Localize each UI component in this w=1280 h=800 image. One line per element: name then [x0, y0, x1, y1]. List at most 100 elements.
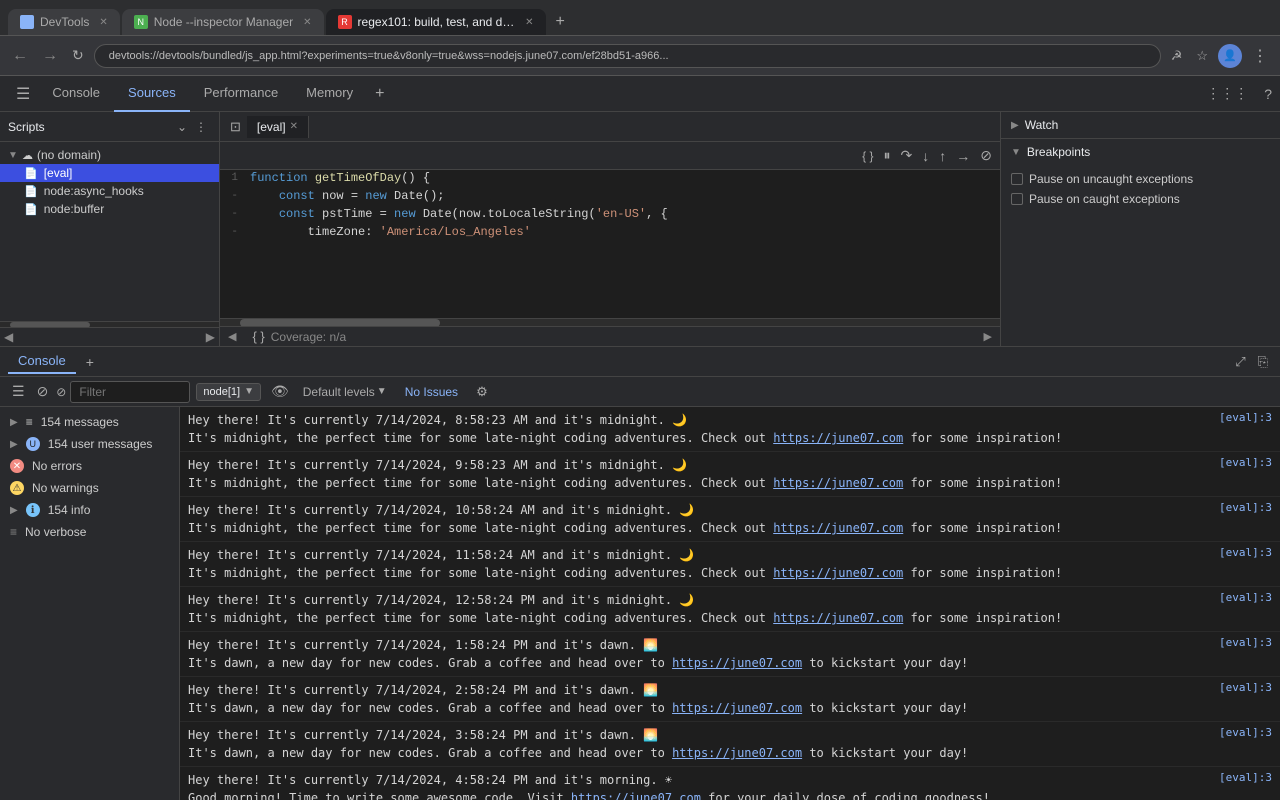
msg-source[interactable]: [eval]:3 — [1207, 546, 1272, 559]
code-nav-left[interactable]: ◀ — [220, 328, 244, 345]
msg-link[interactable]: https://june07.com — [672, 746, 802, 760]
tab-favicon-node: N — [134, 15, 148, 29]
console-sidebar-toggle[interactable]: ☰ — [8, 381, 29, 402]
breakpoint-checkbox-caught[interactable] — [1011, 193, 1023, 205]
file-tree-item-eval[interactable]: 📄 [eval] — [0, 164, 219, 182]
step-button[interactable]: → — [952, 146, 974, 166]
sidebar-item-errors[interactable]: ✕ No errors — [0, 455, 179, 477]
issues-settings-button[interactable]: ⚙ — [472, 382, 492, 402]
sidebar-item-info[interactable]: ▶ ℹ 154 info — [0, 499, 179, 521]
msg-source[interactable]: [eval]:3 — [1207, 591, 1272, 604]
file-panel-menu-button[interactable]: ⌄ — [173, 118, 191, 136]
step-into-button[interactable]: ↓ — [918, 146, 933, 166]
console-tab-main[interactable]: Console — [8, 349, 76, 374]
profile-button[interactable]: 👤 — [1218, 44, 1242, 68]
console-panel: Console + ⤢ ⎘ ☰ ⊘ ⊘ node[1] ▼ — [0, 347, 1280, 800]
nav-left-button[interactable]: ◀ — [4, 330, 13, 344]
live-expressions-button[interactable]: 👁 — [267, 381, 293, 402]
sidebar-toggle-button[interactable]: ☰ — [8, 80, 38, 108]
console-message: Hey there! It's currently 7/14/2024, 12:… — [180, 587, 1280, 632]
nav-right-button[interactable]: ▶ — [206, 330, 215, 344]
address-text: devtools://devtools/bundled/js_app.html?… — [109, 50, 1146, 62]
code-nav-right[interactable]: ▶ — [976, 328, 1000, 345]
extensions-button[interactable]: ☭ — [1167, 44, 1187, 68]
issues-badge[interactable]: No Issues — [397, 383, 466, 401]
tab-label-regex: regex101: build, test, and debug... — [358, 15, 516, 29]
settings-button[interactable]: ⋮⋮⋮ — [1198, 81, 1256, 106]
file-tree-item-buffer[interactable]: 📄 node:buffer — [0, 200, 219, 218]
add-panel-button[interactable]: + — [367, 81, 392, 107]
msg-link[interactable]: https://june07.com — [571, 791, 701, 800]
tab-close-devtools[interactable]: ✕ — [99, 17, 107, 28]
tab-close-regex[interactable]: ✕ — [525, 17, 533, 28]
file-panel-header: Scripts ⌄ ⋮ — [0, 112, 219, 142]
code-line-2: - const now = new Date(); — [220, 188, 1000, 206]
file-panel-more-button[interactable]: ⋮ — [191, 118, 211, 136]
code-horizontal-scrollbar[interactable] — [220, 318, 1000, 326]
console-expand-button[interactable]: ⤢ — [1231, 350, 1249, 374]
tab-close-node[interactable]: ✕ — [303, 17, 311, 28]
back-button[interactable]: ← — [8, 43, 32, 69]
tab-devtools[interactable]: DevTools ✕ — [8, 9, 120, 35]
msg-source[interactable]: [eval]:3 — [1207, 771, 1272, 784]
more-button[interactable]: ⋮ — [1248, 42, 1272, 70]
msg-link[interactable]: https://june07.com — [672, 701, 802, 715]
code-tab-eval[interactable]: [eval] ✕ — [247, 116, 309, 138]
breakpoints-content: Pause on uncaught exceptions Pause on ca… — [1001, 165, 1280, 213]
code-panel-icon-button[interactable]: ⊡ — [224, 117, 247, 137]
reload-button[interactable]: ↻ — [68, 43, 88, 68]
pretty-print-button[interactable]: { } — [858, 147, 877, 165]
file-tree-item-async-hooks[interactable]: 📄 node:async_hooks — [0, 182, 219, 200]
resume-button[interactable]: ⏸ — [880, 145, 895, 166]
step-over-button[interactable]: ↷ — [897, 145, 917, 166]
code-toolbar: { } ⏸ ↷ ↓ ↑ → ⊘ — [220, 142, 1000, 170]
msg-source[interactable]: [eval]:3 — [1207, 726, 1272, 739]
help-button[interactable]: ? — [1256, 82, 1280, 106]
breakpoints-section-header[interactable]: ▼ Breakpoints — [1001, 139, 1280, 165]
node-selector-display[interactable]: node[1] ▼ — [196, 383, 261, 401]
browser-tabs-bar: DevTools ✕ N Node --inspector Manager ✕ … — [0, 0, 1280, 36]
msg-link[interactable]: https://june07.com — [773, 521, 903, 535]
devtools-tab-performance[interactable]: Performance — [190, 76, 292, 112]
address-bar[interactable]: devtools://devtools/bundled/js_app.html?… — [94, 44, 1161, 68]
tab-node-inspector[interactable]: N Node --inspector Manager ✕ — [122, 9, 324, 35]
watch-section-header[interactable]: ▶ Watch — [1001, 112, 1280, 138]
tab-regex101[interactable]: R regex101: build, test, and debug... ✕ — [326, 9, 546, 35]
msg-link[interactable]: https://june07.com — [773, 476, 903, 490]
msg-link[interactable]: https://june07.com — [773, 566, 903, 580]
code-nav-row: ◀ { } Coverage: n/a ▶ — [220, 326, 1000, 346]
bookmark-button[interactable]: ☆ — [1192, 44, 1212, 68]
level-select-wrapper[interactable]: Default levels ▼ — [299, 383, 391, 401]
devtools-tab-console[interactable]: Console — [38, 76, 114, 112]
node-selector-arrow: ▼ — [244, 386, 254, 397]
devtools-tab-sources[interactable]: Sources — [114, 76, 190, 112]
forward-button[interactable]: → — [38, 43, 62, 69]
msg-source[interactable]: [eval]:3 — [1207, 636, 1272, 649]
new-tab-button[interactable]: + — [548, 9, 573, 35]
devtools-tab-memory[interactable]: Memory — [292, 76, 367, 112]
console-dock-button[interactable]: ⎘ — [1254, 350, 1272, 374]
msg-link[interactable]: https://june07.com — [773, 611, 903, 625]
msg-source[interactable]: [eval]:3 — [1207, 456, 1272, 469]
file-tree-item-domain[interactable]: ▼ ☁ (no domain) — [0, 146, 219, 164]
msg-link[interactable]: https://june07.com — [672, 656, 802, 670]
sidebar-item-verbose[interactable]: ≡ No verbose — [0, 521, 179, 543]
code-tab-close-icon[interactable]: ✕ — [290, 121, 298, 132]
console-clear-button[interactable]: ⊘ — [35, 381, 51, 402]
step-out-button[interactable]: ↑ — [935, 146, 950, 166]
msg-source[interactable]: [eval]:3 — [1207, 681, 1272, 694]
msg-source[interactable]: [eval]:3 — [1207, 411, 1272, 424]
console-filter-input[interactable] — [70, 381, 190, 403]
deactivate-breakpoints-button[interactable]: ⊘ — [976, 145, 996, 166]
msg-source[interactable]: [eval]:3 — [1207, 501, 1272, 514]
code-panel: ⊡ [eval] ✕ { } ⏸ ↷ ↓ ↑ → ⊘ — [220, 112, 1000, 346]
sidebar-item-user-messages[interactable]: ▶ U 154 user messages — [0, 433, 179, 455]
sidebar-item-all-messages[interactable]: ▶ ≡ 154 messages — [0, 411, 179, 433]
breakpoint-checkbox-uncaught[interactable] — [1011, 173, 1023, 185]
sidebar-item-warnings[interactable]: ⚠ No warnings — [0, 477, 179, 499]
console-add-panel-button[interactable]: + — [80, 352, 100, 372]
domain-label: (no domain) — [37, 148, 101, 162]
console-message: Hey there! It's currently 7/14/2024, 4:5… — [180, 767, 1280, 800]
msg-link[interactable]: https://june07.com — [773, 431, 903, 445]
expand-info-icon: ▶ — [10, 505, 18, 516]
